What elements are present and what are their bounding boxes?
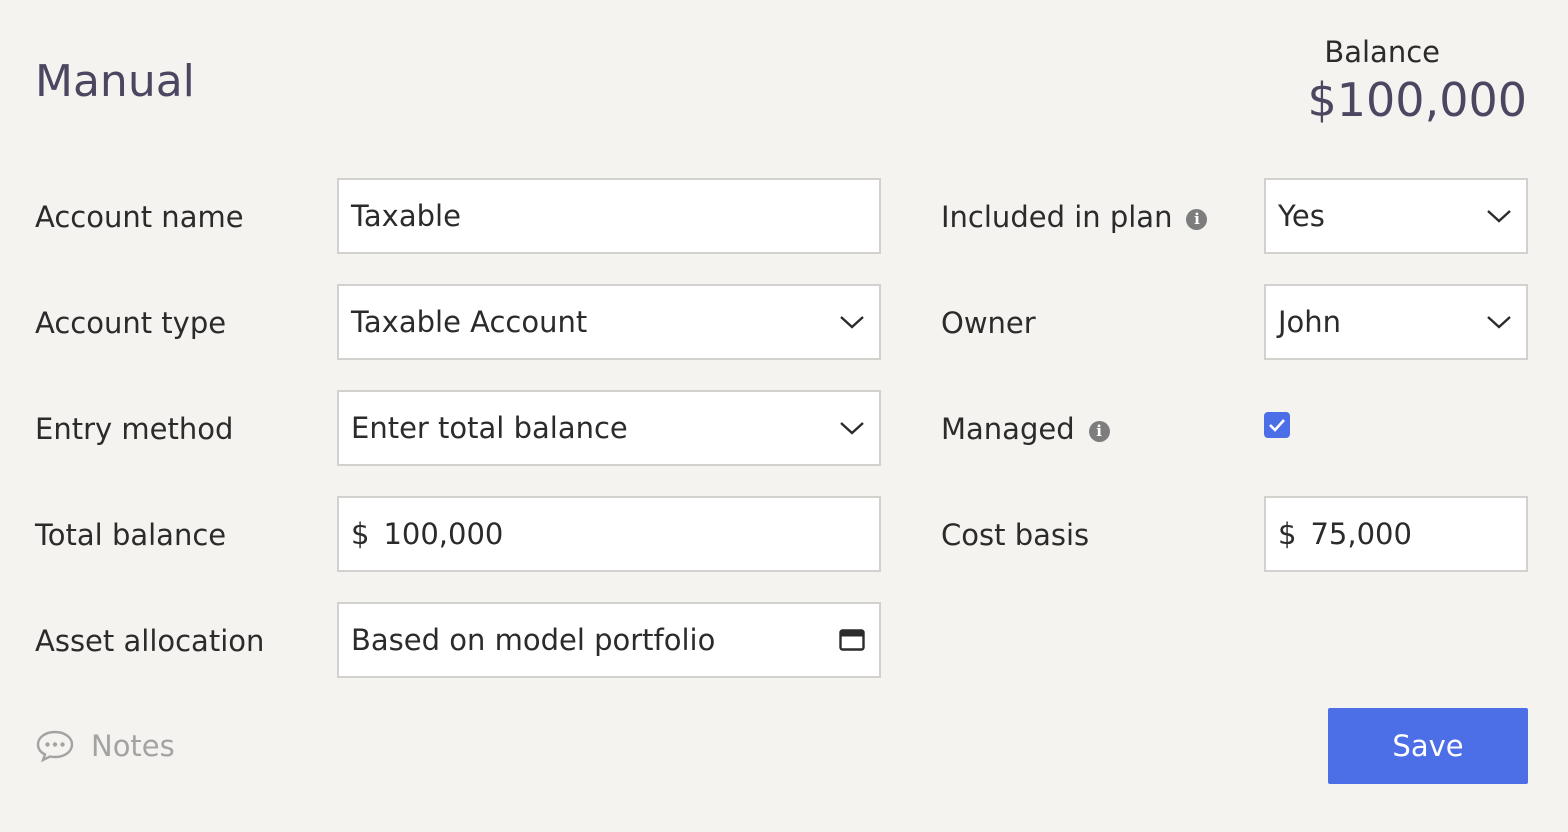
account-type-label: Account type	[35, 306, 227, 340]
included-in-plan-value: Yes	[1278, 199, 1325, 233]
save-button[interactable]: Save	[1328, 708, 1528, 784]
account-type-value: Taxable Account	[351, 305, 588, 339]
info-icon[interactable]: i	[1186, 208, 1208, 230]
cost-basis-input[interactable]: $ 75,000	[1264, 496, 1528, 572]
speech-bubble-icon	[36, 730, 74, 763]
included-in-plan-label: Included in plan i	[941, 199, 1208, 235]
managed-text: Managed	[941, 412, 1075, 446]
currency-prefix: $	[1278, 517, 1297, 551]
account-name-input[interactable]: Taxable	[337, 178, 881, 254]
managed-checkbox[interactable]	[1264, 412, 1290, 438]
account-name-value: Taxable	[351, 199, 461, 233]
checkmark-icon	[1269, 419, 1285, 432]
included-in-plan-text: Included in plan	[941, 200, 1173, 234]
cost-basis-label: Cost basis	[941, 518, 1090, 552]
entry-method-select[interactable]: Enter total balance	[337, 390, 881, 466]
account-name-label: Account name	[35, 200, 244, 234]
chevron-down-icon	[840, 422, 864, 435]
currency-prefix: $	[351, 517, 370, 551]
owner-value: John	[1278, 305, 1342, 339]
asset-allocation-value: Based on model portfolio	[351, 623, 716, 657]
total-balance-input[interactable]: $ 100,000	[337, 496, 881, 572]
notes-label: Notes	[91, 729, 175, 763]
notes-link[interactable]: Notes	[35, 728, 175, 764]
balance-value: $100,000	[1307, 73, 1528, 127]
asset-allocation-field[interactable]: Based on model portfolio	[337, 602, 881, 678]
page-title: Manual	[35, 56, 195, 107]
chevron-down-icon	[1487, 316, 1511, 329]
entry-method-label: Entry method	[35, 412, 234, 446]
chevron-down-icon	[840, 316, 864, 329]
balance-label: Balance	[1324, 35, 1440, 69]
account-type-select[interactable]: Taxable Account	[337, 284, 881, 360]
total-balance-label: Total balance	[35, 518, 227, 552]
included-in-plan-select[interactable]: Yes	[1264, 178, 1528, 254]
owner-select[interactable]: John	[1264, 284, 1528, 360]
total-balance-value: 100,000	[383, 517, 504, 551]
info-icon[interactable]: i	[1088, 420, 1110, 442]
managed-label: Managed i	[941, 411, 1110, 447]
cost-basis-value: 75,000	[1310, 517, 1412, 551]
account-form: Manual Balance $100,000 Account name Tax…	[0, 0, 1568, 832]
entry-method-value: Enter total balance	[351, 411, 628, 445]
owner-label: Owner	[941, 306, 1036, 340]
chevron-down-icon	[1487, 210, 1511, 223]
window-icon[interactable]	[839, 629, 865, 651]
asset-allocation-label: Asset allocation	[35, 624, 265, 658]
